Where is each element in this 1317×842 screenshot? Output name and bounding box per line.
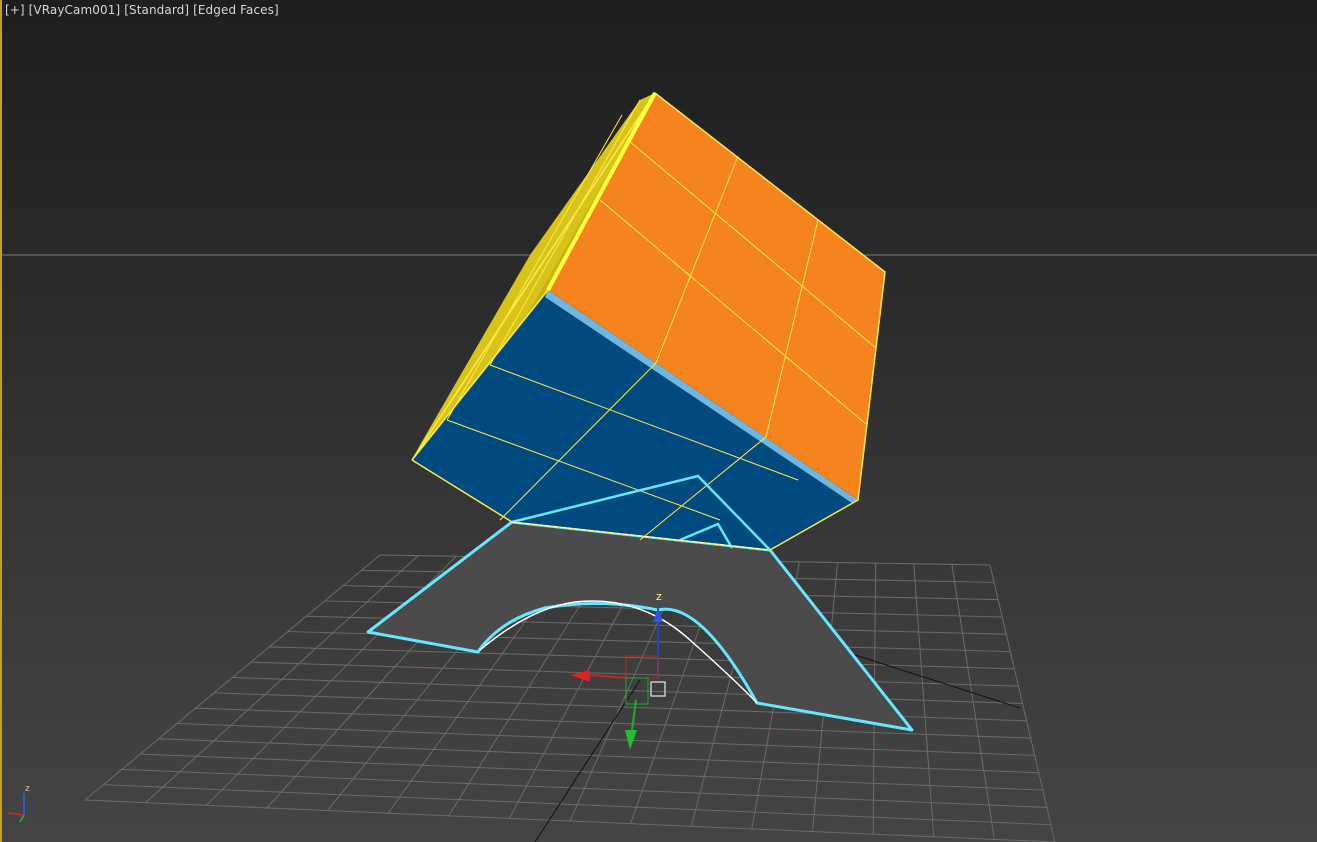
grid-line <box>214 692 1027 722</box>
stand-shape[interactable] <box>366 520 914 732</box>
grid-line <box>140 753 1043 791</box>
viewport-menu-camera[interactable]: [VRayCam001] <box>29 3 121 17</box>
gizmo-center-handle[interactable] <box>650 681 666 697</box>
stand-object[interactable] <box>366 520 914 732</box>
viewport-label-bar: [+] [VRayCam001] [Standard] [Edged Faces… <box>5 3 279 17</box>
scene-canvas[interactable]: z z <box>0 0 1317 842</box>
cube-object[interactable] <box>411 91 886 551</box>
gizmo-z-label: z <box>656 590 662 603</box>
grid-line <box>121 768 1047 808</box>
axis-tripod-z-label: z <box>25 784 30 794</box>
grid-line <box>84 799 1056 842</box>
viewport-menu-plus[interactable]: [+] <box>5 3 25 17</box>
grid-line <box>989 564 1056 842</box>
grid-line <box>103 784 1051 826</box>
axis-tripod: z <box>7 784 30 823</box>
viewport-menu-shading[interactable]: [Standard] <box>124 3 189 17</box>
viewport-perspective[interactable]: z z [+] [VRayCam001] [Standard] [Edged F… <box>0 0 1317 842</box>
viewport-menu-edged-faces[interactable]: [Edged Faces] <box>193 3 279 17</box>
